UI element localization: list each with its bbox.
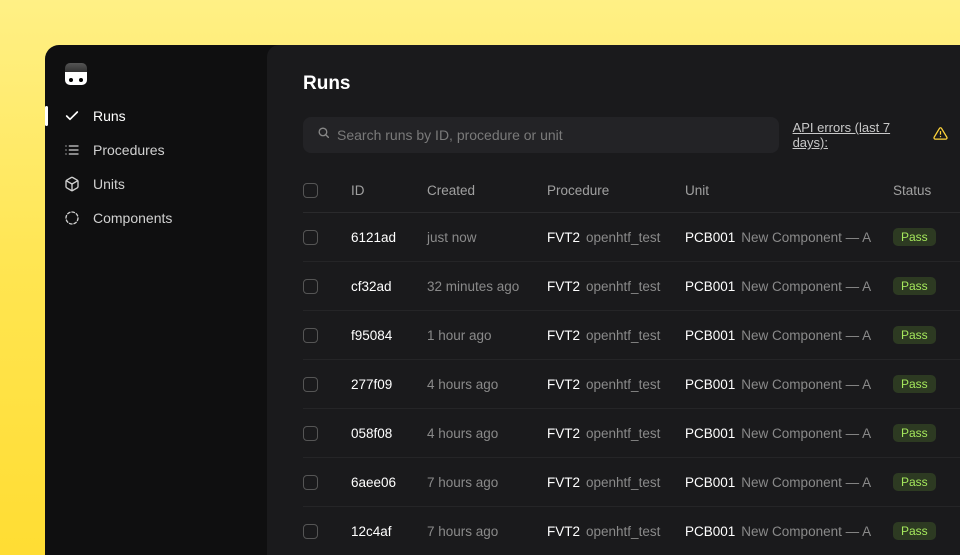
col-unit: Unit (685, 183, 893, 198)
status-badge: Pass (893, 326, 936, 344)
sidebar-item-label: Components (93, 210, 172, 226)
cell-created: just now (427, 230, 547, 245)
select-all-checkbox[interactable] (303, 183, 318, 198)
table-row[interactable]: 058f08 4 hours ago FVT2openhtf_test PCB0… (303, 409, 960, 458)
api-errors-link[interactable]: API errors (last 7 days): (793, 120, 948, 150)
cell-created: 4 hours ago (427, 377, 547, 392)
col-status: Status (893, 183, 960, 198)
cell-status: Pass (893, 473, 960, 491)
cell-created: 4 hours ago (427, 426, 547, 441)
search-wrap (303, 117, 779, 153)
cell-id: cf32ad (351, 279, 427, 294)
row-checkbox[interactable] (303, 475, 318, 490)
cell-created: 1 hour ago (427, 328, 547, 343)
cell-procedure: FVT2openhtf_test (547, 377, 685, 392)
cell-status: Pass (893, 277, 960, 295)
status-badge: Pass (893, 228, 936, 246)
cell-id: 277f09 (351, 377, 427, 392)
table-row[interactable]: 12c4af 7 hours ago FVT2openhtf_test PCB0… (303, 507, 960, 555)
table-row[interactable]: f95084 1 hour ago FVT2openhtf_test PCB00… (303, 311, 960, 360)
row-checkbox[interactable] (303, 230, 318, 245)
warning-icon (933, 126, 948, 144)
sidebar-item-runs[interactable]: Runs (45, 99, 267, 133)
cell-id: 12c4af (351, 524, 427, 539)
cell-status: Pass (893, 522, 960, 540)
cell-unit: PCB001New Component — A (685, 475, 893, 490)
sidebar-item-label: Units (93, 176, 125, 192)
col-procedure: Procedure (547, 183, 685, 198)
runs-table: ID Created Procedure Unit Status 6121ad … (303, 177, 960, 555)
cell-created: 7 hours ago (427, 475, 547, 490)
cell-created: 7 hours ago (427, 524, 547, 539)
cell-created: 32 minutes ago (427, 279, 547, 294)
table-row[interactable]: 6121ad just now FVT2openhtf_test PCB001N… (303, 213, 960, 262)
cell-procedure: FVT2openhtf_test (547, 524, 685, 539)
table-row[interactable]: 277f09 4 hours ago FVT2openhtf_test PCB0… (303, 360, 960, 409)
toolbar: API errors (last 7 days): (303, 117, 960, 153)
cell-procedure: FVT2openhtf_test (547, 279, 685, 294)
check-icon (63, 107, 81, 125)
table-row[interactable]: 6aee06 7 hours ago FVT2openhtf_test PCB0… (303, 458, 960, 507)
api-errors-label: API errors (last 7 days): (793, 120, 927, 150)
sidebar-item-label: Runs (93, 108, 126, 124)
cell-unit: PCB001New Component — A (685, 524, 893, 539)
search-input[interactable] (303, 117, 779, 153)
cell-id: 6121ad (351, 230, 427, 245)
cell-id: 058f08 (351, 426, 427, 441)
cell-status: Pass (893, 228, 960, 246)
cell-unit: PCB001New Component — A (685, 328, 893, 343)
row-checkbox[interactable] (303, 377, 318, 392)
table-row[interactable]: cf32ad 32 minutes ago FVT2openhtf_test P… (303, 262, 960, 311)
cell-status: Pass (893, 326, 960, 344)
cell-procedure: FVT2openhtf_test (547, 328, 685, 343)
row-checkbox[interactable] (303, 426, 318, 441)
status-badge: Pass (893, 522, 936, 540)
sidebar: Runs Procedures Units Components (45, 45, 267, 555)
sidebar-item-components[interactable]: Components (45, 201, 267, 235)
list-icon (63, 141, 81, 159)
search-icon (317, 126, 330, 144)
cell-status: Pass (893, 375, 960, 393)
row-checkbox[interactable] (303, 524, 318, 539)
col-id: ID (351, 183, 427, 198)
row-checkbox[interactable] (303, 328, 318, 343)
row-checkbox[interactable] (303, 279, 318, 294)
cell-status: Pass (893, 424, 960, 442)
cell-procedure: FVT2openhtf_test (547, 475, 685, 490)
page-title: Runs (303, 73, 960, 95)
cell-unit: PCB001New Component — A (685, 426, 893, 441)
table-body: 6121ad just now FVT2openhtf_test PCB001N… (303, 213, 960, 555)
status-badge: Pass (893, 277, 936, 295)
status-badge: Pass (893, 375, 936, 393)
app-window: Runs Procedures Units Components Runs (45, 45, 960, 555)
status-badge: Pass (893, 424, 936, 442)
cell-id: f95084 (351, 328, 427, 343)
cell-unit: PCB001New Component — A (685, 230, 893, 245)
sidebar-item-label: Procedures (93, 142, 165, 158)
sidebar-item-units[interactable]: Units (45, 167, 267, 201)
main-panel: Runs API errors (last 7 days): ID Create… (267, 45, 960, 555)
sidebar-item-procedures[interactable]: Procedures (45, 133, 267, 167)
cube-icon (63, 175, 81, 193)
col-created: Created (427, 183, 547, 198)
app-logo (65, 63, 87, 85)
circle-dashed-icon (63, 209, 81, 227)
cell-id: 6aee06 (351, 475, 427, 490)
cell-unit: PCB001New Component — A (685, 279, 893, 294)
cell-procedure: FVT2openhtf_test (547, 426, 685, 441)
table-header: ID Created Procedure Unit Status (303, 177, 960, 213)
status-badge: Pass (893, 473, 936, 491)
cell-procedure: FVT2openhtf_test (547, 230, 685, 245)
cell-unit: PCB001New Component — A (685, 377, 893, 392)
